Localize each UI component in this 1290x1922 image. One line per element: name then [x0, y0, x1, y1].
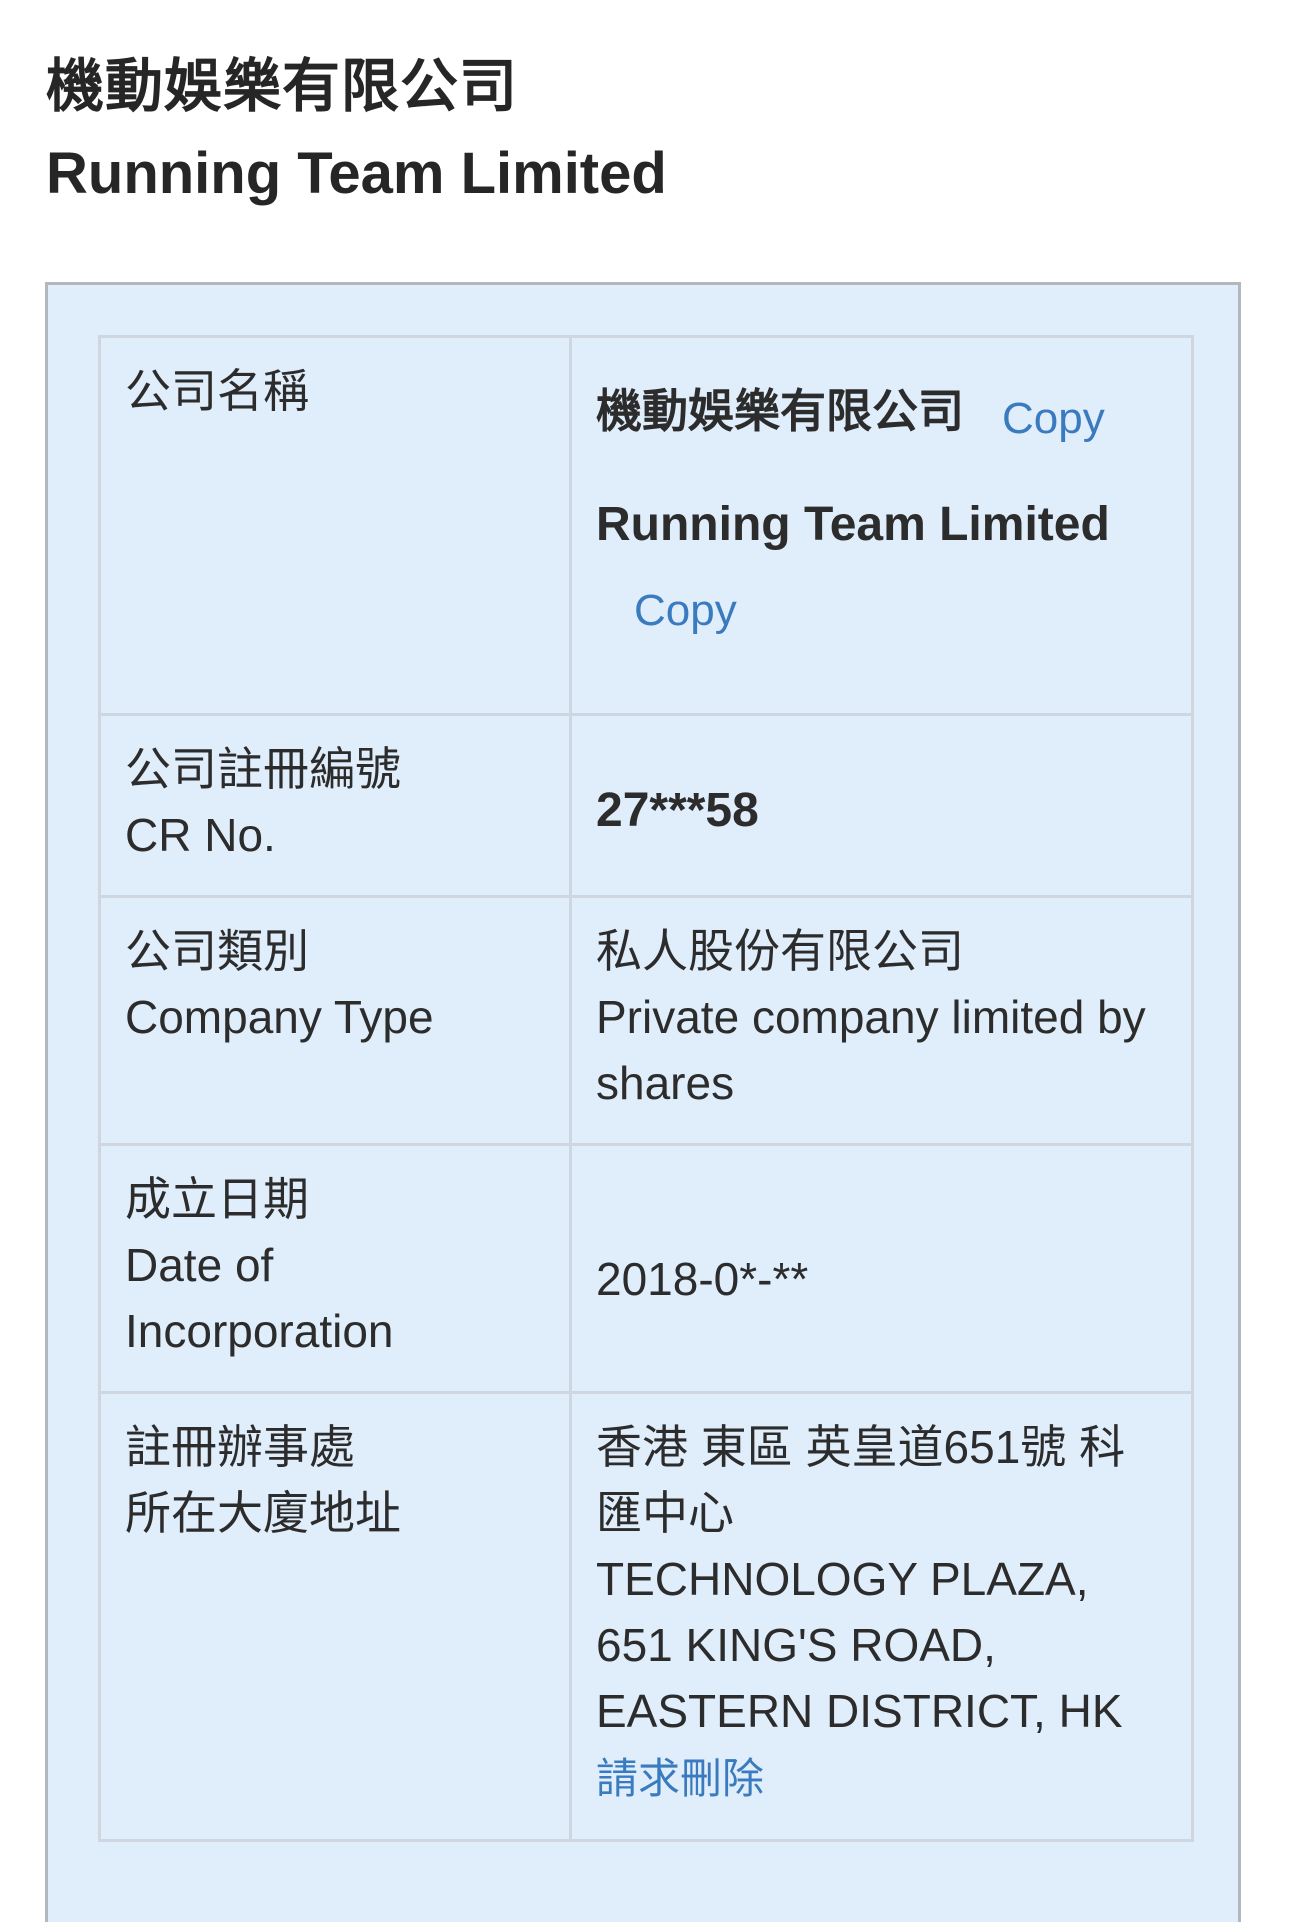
request-delete-link[interactable]: 請求刪除 [596, 1744, 1167, 1814]
registered-address-label-line2: 所在大廈地址 [125, 1487, 401, 1539]
cr-no-label-en: CR No. [125, 809, 276, 861]
company-type-value-cell: 私人股份有限公司 Private company limited by shar… [569, 895, 1194, 1146]
registered-address-zh: 香港 東區 英皇道651號 科匯中心 [596, 1421, 1126, 1539]
registered-address-value-cell: 香港 東區 英皇道651號 科匯中心 TECHNOLOGY PLAZA, 651… [569, 1391, 1194, 1842]
page-title-en: Running Team Limited [46, 141, 667, 206]
company-name-value-cell: 機動娛樂有限公司 Copy Running Team Limited Copy [569, 335, 1194, 716]
table-row-registered-address: 註冊辦事處 所在大廈地址 香港 東區 英皇道651號 科匯中心 TECHNOLO… [98, 1391, 1194, 1842]
cr-no-value-cell: 27***58 [569, 713, 1194, 898]
incorporation-date-label-zh: 成立日期 [125, 1173, 309, 1225]
incorporation-date-label-cell: 成立日期 Date of Incorporation [98, 1143, 572, 1394]
registered-address-en: TECHNOLOGY PLAZA, 651 KING'S ROAD, EASTE… [596, 1553, 1123, 1737]
company-type-value-en: Private company limited by shares [596, 991, 1146, 1109]
company-type-label-zh: 公司類別 [125, 925, 309, 977]
company-name-en: Running Team Limited [596, 497, 1110, 551]
copy-en-name-button[interactable]: Copy [634, 578, 1167, 644]
incorporation-date-label-en: Date of Incorporation [125, 1239, 394, 1357]
cr-no-label-cell: 公司註冊編號 CR No. [98, 713, 572, 898]
company-name-zh: 機動娛樂有限公司 [596, 383, 964, 438]
registered-address-label-line1: 註冊辦事處 [125, 1421, 355, 1473]
company-type-label-en: Company Type [125, 991, 434, 1043]
page-title-zh: 機動娛樂有限公司 [46, 52, 519, 120]
company-info-panel: 公司名稱 機動娛樂有限公司 Copy Running Team Limited C… [45, 282, 1241, 1922]
copy-zh-name-button[interactable]: Copy [1002, 394, 1105, 443]
table-row-incorporation-date: 成立日期 Date of Incorporation 2018-0*-** [98, 1143, 1194, 1394]
table-row-company-type: 公司類別 Company Type 私人股份有限公司 Private compa… [98, 895, 1194, 1146]
cr-no-label-zh: 公司註冊編號 [125, 743, 401, 795]
company-type-label-cell: 公司類別 Company Type [98, 895, 572, 1146]
incorporation-date-value: 2018-0*-** [596, 1253, 809, 1305]
table-row-company-name: 公司名稱 機動娛樂有限公司 Copy Running Team Limited C… [98, 335, 1194, 716]
page-header: 機動娛樂有限公司 Running Team Limited [46, 44, 1236, 220]
company-name-zh-line: 機動娛樂有限公司 Copy [596, 358, 1167, 444]
company-type-value-zh: 私人股份有限公司 [596, 925, 964, 977]
registered-address-label-cell: 註冊辦事處 所在大廈地址 [98, 1391, 572, 1842]
incorporation-date-value-cell: 2018-0*-** [569, 1143, 1194, 1394]
company-name-label-cell: 公司名稱 [98, 335, 572, 716]
company-name-label: 公司名稱 [125, 365, 309, 417]
company-info-table: 公司名稱 機動娛樂有限公司 Copy Running Team Limited C… [98, 335, 1194, 1842]
cr-no-value: 27***58 [596, 784, 759, 837]
table-row-cr-no: 公司註冊編號 CR No. 27***58 [98, 713, 1194, 898]
